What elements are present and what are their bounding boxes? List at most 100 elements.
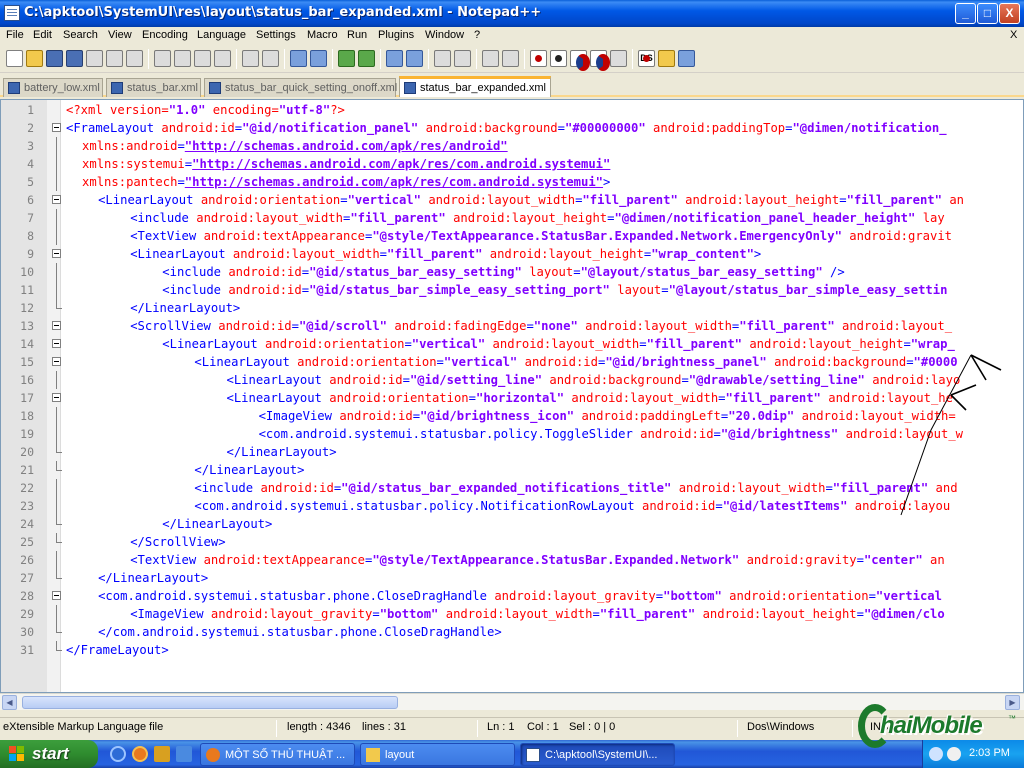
maximize-button[interactable]: □ (977, 3, 998, 24)
code-line[interactable]: 3 xmlns:android="http://schemas.android.c… (1, 137, 1023, 155)
fold-end-marker (56, 524, 62, 525)
redo-icon[interactable] (262, 50, 279, 67)
toolbar-separator (332, 49, 333, 69)
zoom-in-icon[interactable] (338, 50, 355, 67)
fold-toggle[interactable] (52, 591, 61, 600)
undo-icon[interactable] (242, 50, 259, 67)
menu-edit[interactable]: Edit (33, 29, 52, 41)
print-icon[interactable] (126, 50, 143, 67)
zoom-out-icon[interactable] (358, 50, 375, 67)
code-line[interactable]: 2 <FrameLayout android:id="@id/notificati… (1, 119, 1023, 137)
code-token: "vertical" (443, 355, 518, 369)
new-file-icon[interactable] (6, 50, 23, 67)
menu-encoding[interactable]: Encoding (142, 29, 188, 41)
sync-horizontal-icon[interactable] (406, 50, 423, 67)
fold-toggle[interactable] (52, 249, 61, 258)
scroll-thumb[interactable] (22, 696, 398, 709)
save-all-icon[interactable] (66, 50, 83, 67)
sync-vertical-icon[interactable] (386, 50, 403, 67)
save-icon[interactable] (46, 50, 63, 67)
code-line[interactable]: 10 <include android:id="@id/status_bar_ea… (1, 263, 1023, 281)
code-editor[interactable]: 1 <?xml version="1.0" encoding="utf-8"?> 2… (0, 99, 1024, 693)
code-line[interactable]: 12 </LinearLayout> (1, 299, 1023, 317)
copy-icon[interactable] (174, 50, 191, 67)
fold-toggle[interactable] (52, 123, 61, 132)
fold-toggle[interactable] (52, 357, 61, 366)
show-all-chars-icon[interactable] (454, 50, 471, 67)
fold-toggle[interactable] (52, 393, 61, 402)
menu-view[interactable]: View (108, 29, 132, 41)
menu-window[interactable]: Window (425, 29, 464, 41)
code-line[interactable]: 1 <?xml version="1.0" encoding="utf-8"?> (1, 101, 1023, 119)
task-notepad[interactable]: C:\apktool\SystemUI\... (520, 743, 675, 766)
code-line[interactable]: 13 <ScrollView android:id="@id/scroll" an… (1, 317, 1023, 335)
ds-plugin-button[interactable]: DS (638, 50, 655, 67)
code-line[interactable]: 28 <com.android.systemui.statusbar.phone.… (1, 587, 1023, 605)
macro-run-multiple-icon[interactable] (590, 50, 610, 71)
fold-toggle[interactable] (52, 339, 61, 348)
code-line[interactable]: 4 xmlns:systemui="http://schemas.android.… (1, 155, 1023, 173)
menu-plugins[interactable]: Plugins (378, 29, 414, 41)
code-line[interactable]: 5 xmlns:pantech="http://schemas.android.c… (1, 173, 1023, 191)
desktop-quicklaunch-icon[interactable] (176, 746, 192, 762)
code-line[interactable]: 26 <TextView android:textAppearance = "@sty… (1, 551, 1023, 569)
firefox-quicklaunch-icon[interactable] (132, 746, 148, 762)
fold-toggle[interactable] (52, 195, 61, 204)
macro-save-icon[interactable] (610, 50, 627, 67)
task-firefox[interactable]: MỘT SỐ THỦ THUẬT ... (200, 743, 355, 766)
close-file-icon[interactable] (86, 50, 103, 67)
tab-battery-low[interactable]: battery_low.xml (3, 78, 103, 97)
code-line[interactable]: 9 <LinearLayout android:layout_width="fil… (1, 245, 1023, 263)
menu-file[interactable]: File (6, 29, 24, 41)
xml-file-icon (8, 82, 20, 94)
line-number: 11 (20, 283, 34, 297)
code-line[interactable]: 8 <TextView android:textAppearance="@styl… (1, 227, 1023, 245)
indent-guide-icon[interactable] (482, 50, 499, 67)
tab-status-bar-quick-setting[interactable]: status_bar_quick_setting_onoff.xml (204, 78, 397, 97)
code-line[interactable]: 11 <include android:id="@id/status_bar_si… (1, 281, 1023, 299)
minimize-button[interactable]: _ (955, 3, 976, 24)
spell-check-icon[interactable] (678, 50, 695, 67)
menu-run[interactable]: Run (347, 29, 367, 41)
code-line[interactable]: 6 <LinearLayout android:orientation="vert… (1, 191, 1023, 209)
code-line[interactable]: 27 </LinearLayout> (1, 569, 1023, 587)
close-button[interactable]: X (999, 3, 1020, 24)
menu-settings[interactable]: Settings (256, 29, 296, 41)
code-text: xmlns:pantech="http://schemas.android.co… (82, 173, 610, 191)
code-line[interactable]: 30 </com.android.systemui.statusbar.phone… (1, 623, 1023, 641)
close-all-icon[interactable] (106, 50, 123, 67)
cut-icon[interactable] (154, 50, 171, 67)
doc-map-icon[interactable] (502, 50, 519, 67)
menu-help[interactable]: ? (474, 29, 480, 41)
macro-stop-icon[interactable] (550, 50, 567, 67)
paste-icon[interactable] (194, 50, 211, 67)
start-button[interactable]: start (0, 740, 98, 768)
ie-quicklaunch-icon[interactable] (110, 746, 126, 762)
notepad-app-icon[interactable] (4, 5, 20, 21)
code-line[interactable]: 29 <ImageView android:layout_gravity="bot… (1, 605, 1023, 623)
macro-record-icon[interactable] (530, 50, 547, 67)
tab-status-bar[interactable]: status_bar.xml (106, 78, 201, 97)
title-bar[interactable]: C:\apktool\SystemUI\res\layout\status_ba… (0, 0, 1024, 27)
menu-search[interactable]: Search (63, 29, 98, 41)
code-token: android:id (228, 283, 302, 297)
menu-language[interactable]: Language (197, 29, 246, 41)
plugin-folder-icon[interactable] (658, 50, 675, 67)
find-icon[interactable] (290, 50, 307, 67)
code-line[interactable]: 7 <include android:layout_width = "fill_par… (1, 209, 1023, 227)
media-quicklaunch-icon[interactable] (154, 746, 170, 762)
tab-status-bar-expanded[interactable]: status_bar_expanded.xml (399, 76, 551, 97)
delete-icon[interactable] (214, 50, 231, 67)
code-token: <include (162, 283, 229, 297)
close-document-button[interactable]: X (1010, 29, 1017, 41)
word-wrap-icon[interactable] (434, 50, 451, 67)
code-line[interactable]: 31 </FrameLayout> (1, 641, 1023, 659)
open-file-icon[interactable] (26, 50, 43, 67)
menu-macro[interactable]: Macro (307, 29, 338, 41)
macro-play-icon[interactable] (570, 50, 590, 71)
task-folder-layout[interactable]: layout (360, 743, 515, 766)
replace-icon[interactable] (310, 50, 327, 67)
fold-toggle[interactable] (52, 321, 61, 330)
code-line[interactable]: 25 </ScrollView> (1, 533, 1023, 551)
scroll-left-button[interactable]: ◀ (2, 695, 17, 710)
